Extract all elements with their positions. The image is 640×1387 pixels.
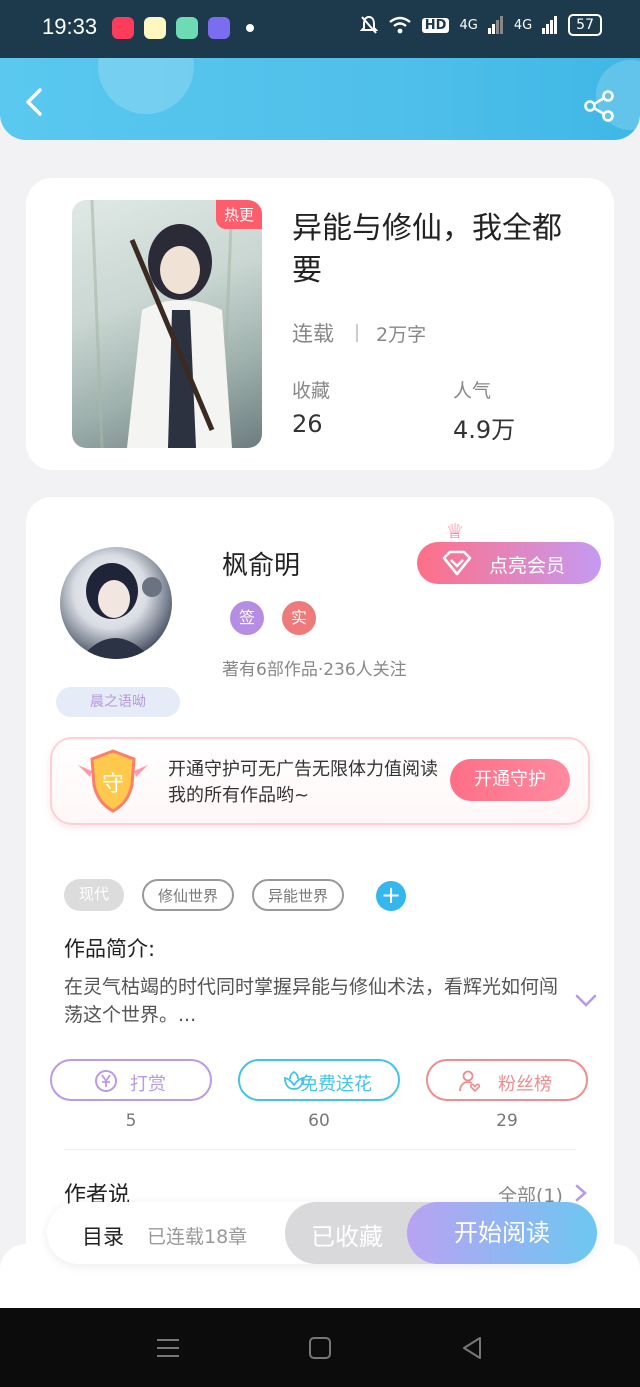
- status-icons: HD 4G 4G 57: [359, 14, 602, 36]
- author-nickname-tag: 晨之语呦: [56, 687, 180, 717]
- free-flower-label: 免费送花: [300, 1074, 372, 1095]
- favorites-label: 收藏: [292, 380, 331, 402]
- book-cover[interactable]: 热更: [72, 200, 262, 448]
- back-icon[interactable]: [18, 84, 54, 120]
- tip-label: 打赏: [130, 1074, 166, 1095]
- guard-shield-char: 守: [102, 772, 124, 797]
- signal-icon: [542, 16, 558, 34]
- vip-button-label: 点亮会员: [489, 555, 566, 577]
- share-icon[interactable]: [582, 88, 618, 124]
- decor-bubble: [98, 58, 194, 114]
- signed-badge: 签: [230, 601, 264, 635]
- back-triangle-icon[interactable]: [458, 1334, 486, 1362]
- word-count: 2万字: [376, 324, 427, 346]
- serial-status: 连载: [292, 322, 334, 346]
- vip-activate-button[interactable]: 点亮会员: [417, 542, 601, 584]
- app-notification-icon: [176, 17, 198, 39]
- home-icon[interactable]: [306, 1334, 334, 1362]
- chapter-count: 已连载18章: [147, 1226, 248, 1248]
- crown-icon: ♕: [446, 519, 464, 543]
- top-header: [0, 58, 640, 140]
- tip-count: 5: [125, 1111, 137, 1131]
- signal-2-label: 4G: [513, 17, 533, 33]
- yuan-coin-icon: [95, 1070, 117, 1092]
- hd-icon: HD: [421, 17, 450, 33]
- mute-icon: [359, 15, 378, 34]
- app-notification-icon: [208, 17, 230, 39]
- more-notifications-icon: [246, 24, 254, 32]
- signal-icon: [487, 16, 503, 34]
- author-name: 枫俞明: [222, 551, 301, 581]
- wifi-icon: [389, 16, 411, 34]
- menu-icon[interactable]: [154, 1334, 182, 1362]
- toc-button[interactable]: 目录: [82, 1221, 124, 1251]
- favorited-label: 已收藏: [311, 1223, 383, 1251]
- flower-count: 60: [308, 1111, 330, 1131]
- expand-chevron-icon[interactable]: [574, 993, 598, 1009]
- popularity-label: 人气: [453, 380, 492, 402]
- bottom-action-bar: 目录 已连载18章 已收藏 开始阅读: [47, 1202, 597, 1264]
- tip-button[interactable]: 打赏: [50, 1059, 212, 1101]
- favorites-value: 26: [292, 410, 323, 438]
- author-stats: 著有6部作品·236人关注: [222, 660, 407, 680]
- book-info-card: 热更 异能与修仙，我全都要 连载 2万字 收藏 26 人气 4.9万: [26, 178, 614, 470]
- tag-ability-world[interactable]: 异能世界: [252, 879, 344, 911]
- add-tag-icon[interactable]: +: [376, 881, 406, 911]
- fan-rank-count: 29: [496, 1111, 518, 1131]
- hot-update-badge: 热更: [215, 200, 262, 229]
- guard-promo-text: 开通守护可无广告无限体力值阅读我的所有作品哟~: [168, 759, 438, 806]
- avatar-illustration: [80, 563, 162, 659]
- book-title: 异能与修仙，我全都要: [292, 211, 562, 288]
- app-notification-icon: [112, 17, 134, 39]
- free-flower-button[interactable]: 免费送花: [238, 1059, 400, 1101]
- author-avatar[interactable]: [60, 547, 172, 659]
- guard-promo-box: 守 开通守护可无广告无限体力值阅读我的所有作品哟~ 开通守护: [50, 737, 590, 825]
- intro-text: 在灵气枯竭的时代同时掌握异能与修仙术法，看辉光如何闯荡这个世界。...: [64, 976, 559, 1026]
- signal-1-label: 4G: [459, 17, 478, 33]
- cover-illustration: [90, 200, 234, 448]
- divider: [356, 324, 358, 342]
- section-divider: [64, 1149, 576, 1150]
- diamond-icon: [442, 550, 472, 576]
- fan-rank-button[interactable]: 粉丝榜: [426, 1059, 588, 1101]
- status-time: 19:33: [42, 14, 98, 39]
- open-guard-button[interactable]: 开通守护: [450, 759, 570, 801]
- status-bar: 19:33 HD 4G 4G 57: [0, 0, 640, 58]
- tag-modern[interactable]: 现代: [64, 879, 124, 911]
- battery-icon: 57: [568, 14, 602, 36]
- user-heart-icon: [459, 1070, 481, 1093]
- tag-cultivation-world[interactable]: 修仙世界: [142, 879, 234, 911]
- system-nav-bar: [0, 1308, 640, 1387]
- fan-rank-label: 粉丝榜: [498, 1074, 552, 1095]
- verified-badge: 实: [282, 601, 316, 635]
- chevron-right-icon[interactable]: [574, 1183, 588, 1203]
- guard-shield-icon: 守: [78, 749, 148, 813]
- author-card: 枫俞明 ♕ 点亮会员 签 实 著有6部作品·236人关注 晨之语呦 守 开通守护…: [26, 497, 614, 1277]
- app-notification-icon: [144, 17, 166, 39]
- start-reading-button[interactable]: 开始阅读: [407, 1202, 597, 1264]
- popularity-value: 4.9万: [453, 416, 516, 444]
- intro-title: 作品简介:: [64, 937, 156, 961]
